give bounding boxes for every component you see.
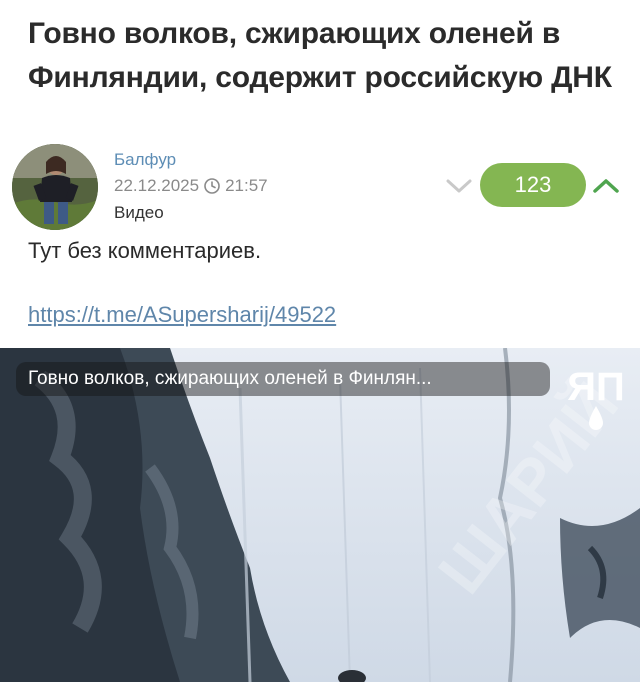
post-meta: 22.12.2025 21:57 [114,176,268,196]
post-title[interactable]: Говно волков, сжирающих оленей в Финлянд… [28,12,618,100]
post-text: Тут без комментариев. [28,238,262,263]
post-link[interactable]: https://t.me/ASupersharij/49522 [28,302,336,328]
video-caption: Говно волков, сжирающих оленей в Финлян.… [16,362,550,396]
rating-badge: 123 [480,163,586,207]
video-frame: ШАРИЙ [0,348,640,682]
post-time: 21:57 [225,176,268,195]
post-date: 22.12.2025 [114,176,200,195]
chevron-down-icon[interactable] [444,174,474,198]
channel-logo: ЯП [567,365,625,430]
avatar-image [12,144,98,230]
author-avatar[interactable] [12,144,98,230]
post-category[interactable]: Видео [114,203,164,223]
channel-logo-text: ЯП [567,365,625,409]
chevron-up-icon[interactable] [590,174,622,198]
author-name[interactable]: Балфур [114,150,176,170]
video-player[interactable]: ШАРИЙ Говно волков, сжирающих оленей в Ф… [0,348,640,682]
clock-icon [204,178,220,194]
